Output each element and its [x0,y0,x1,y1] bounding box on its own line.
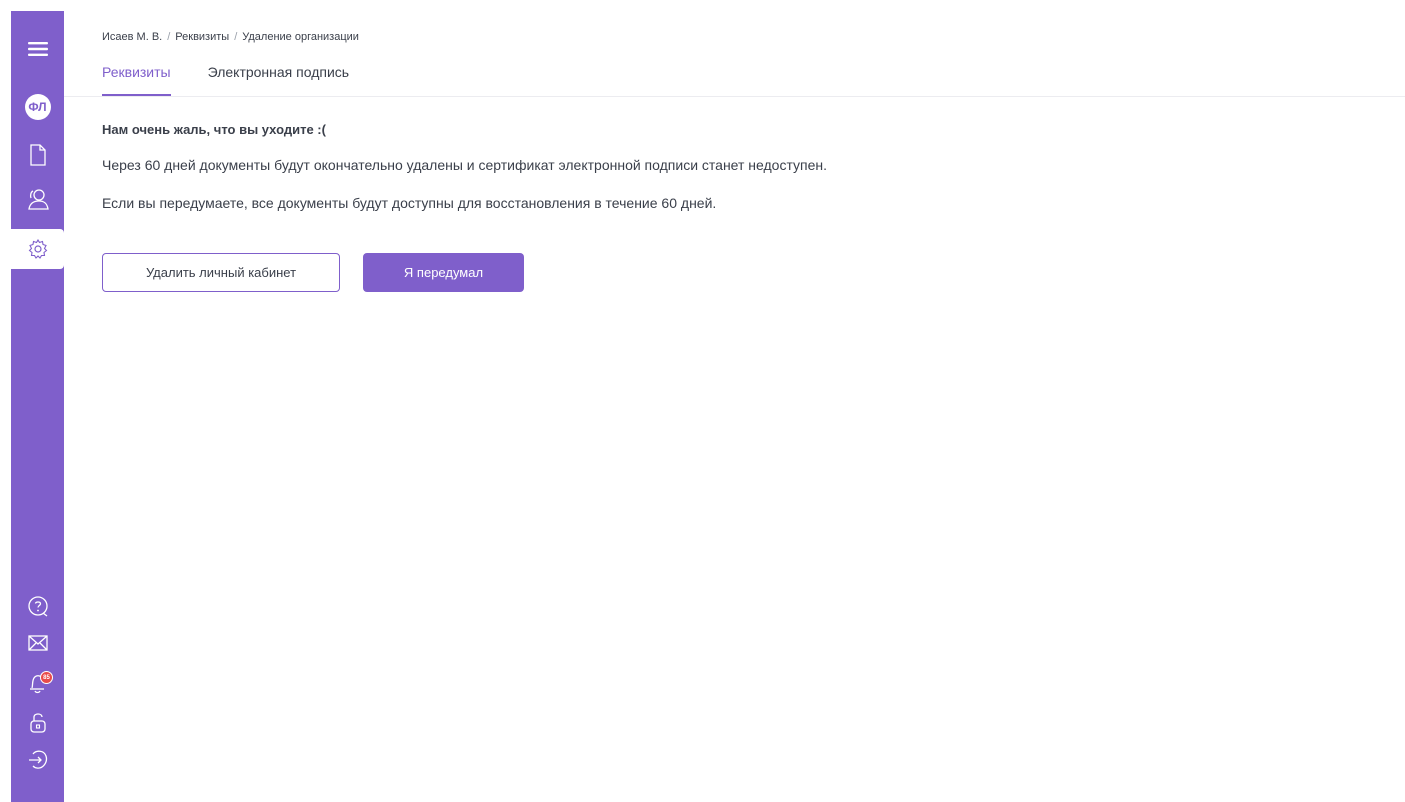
breadcrumb-item-requisites[interactable]: Реквизиты [175,31,229,43]
changed-mind-button[interactable]: Я передумал [363,253,524,292]
breadcrumb-item-user[interactable]: Исаев М. В. [102,31,162,43]
sidebar-item-lock[interactable] [11,702,64,742]
breadcrumb-item-current: Удаление организации [242,31,359,43]
tabs-divider [64,96,1405,97]
info-text-restore: Если вы передумаете, все документы будут… [102,195,717,211]
hamburger-menu-icon [27,41,48,57]
profile-avatar-button[interactable]: ФЛ [11,87,64,127]
breadcrumb-separator: / [234,31,238,43]
sidebar: ФЛ 85 [11,11,64,802]
breadcrumb: Исаев М. В. / Реквизиты / Удаление орган… [102,31,359,43]
tab-electronic-signature[interactable]: Электронная подпись [208,64,349,97]
document-icon [29,144,47,166]
page-heading: Нам очень жаль, что вы уходите :( [102,122,326,137]
tab-requisites[interactable]: Реквизиты [102,64,171,97]
info-text-deletion: Через 60 дней документы будут окончатель… [102,157,828,173]
breadcrumb-separator: / [167,31,171,43]
user-icon [27,188,49,210]
sidebar-item-help[interactable] [11,586,64,626]
sidebar-item-notifications[interactable]: 85 [11,663,64,703]
sidebar-item-logout[interactable] [11,740,64,780]
avatar: ФЛ [24,94,51,120]
mail-icon [27,635,48,651]
sidebar-item-documents[interactable] [11,135,64,175]
tabs: Реквизиты Электронная подпись [102,64,349,97]
sidebar-item-settings[interactable] [11,229,64,269]
sidebar-item-messages[interactable] [11,623,64,663]
lock-icon [29,711,47,733]
gear-icon [28,239,48,259]
logout-icon [27,749,49,771]
delete-account-button[interactable]: Удалить личный кабинет [102,253,340,292]
menu-button[interactable] [11,29,64,69]
notification-badge: 85 [40,671,53,684]
sidebar-item-users[interactable] [11,179,64,219]
help-icon [27,595,49,617]
